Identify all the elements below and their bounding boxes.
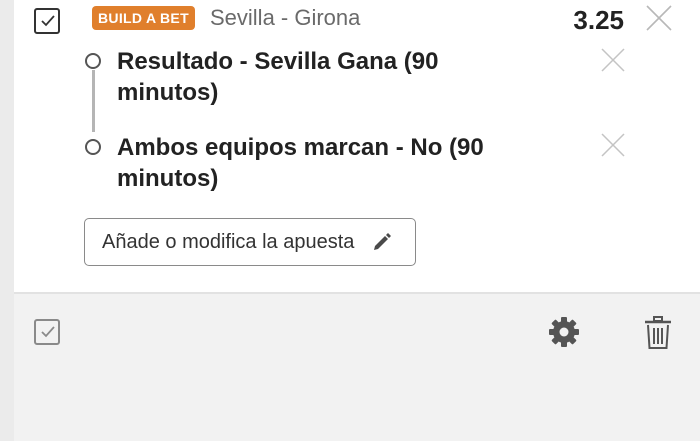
gear-icon[interactable] xyxy=(548,316,580,348)
selection-bullet-icon xyxy=(85,139,101,155)
selection-connector-line xyxy=(92,70,95,132)
betslip-panel: BUILD A BET Sevilla - Girona 3.25 Result… xyxy=(0,0,700,441)
match-name: Sevilla - Girona xyxy=(210,5,361,30)
close-icon xyxy=(601,133,625,157)
selection-bullet-icon xyxy=(85,53,101,69)
bet-odds: 3.25 xyxy=(573,5,624,35)
selection-label: Resultado - Sevilla Gana (90 minutos) xyxy=(117,48,439,106)
close-icon xyxy=(601,48,625,72)
bet-card: BUILD A BET Sevilla - Girona 3.25 Result… xyxy=(14,0,700,294)
edit-bet-button[interactable]: Añade o modifica la apuesta xyxy=(84,218,416,266)
select-all-checkbox[interactable] xyxy=(34,319,60,345)
close-icon xyxy=(646,5,672,31)
selection-label: Ambos equipos marcan - No (90 minutos) xyxy=(117,134,484,192)
panel-edge xyxy=(0,0,14,441)
select-bet-checkbox[interactable] xyxy=(34,8,60,34)
checkmark-icon xyxy=(41,326,55,338)
betslip-footer xyxy=(14,294,700,441)
remove-selection-button[interactable] xyxy=(598,130,628,160)
pencil-icon xyxy=(374,233,391,250)
build-a-bet-badge: BUILD A BET xyxy=(92,6,195,30)
checkmark-icon xyxy=(41,15,55,27)
remove-selection-button[interactable] xyxy=(598,45,628,75)
trash-icon[interactable] xyxy=(644,316,672,350)
edit-bet-label: Añade o modifica la apuesta xyxy=(102,231,355,253)
remove-bet-button[interactable] xyxy=(644,3,674,33)
